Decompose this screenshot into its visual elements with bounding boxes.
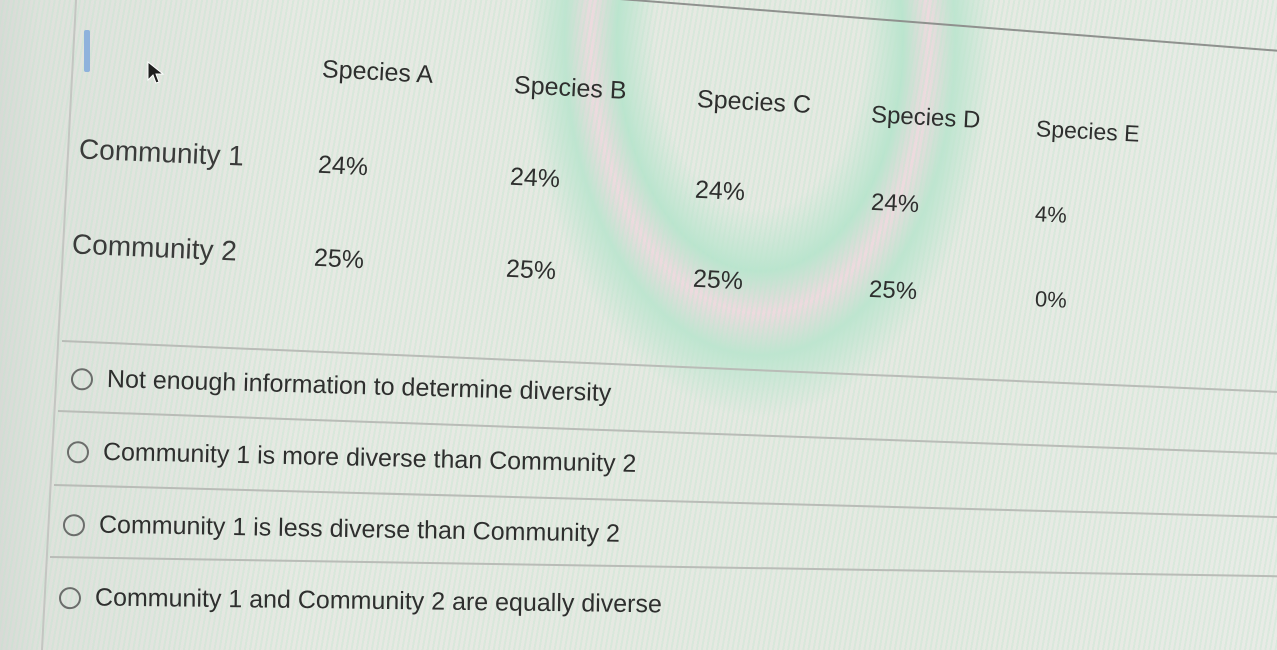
- cell-community-2-species-c: 25%: [692, 264, 744, 296]
- column-header-species-d: Species D: [870, 101, 982, 134]
- cell-community-1-species-e: 4%: [1034, 201, 1068, 228]
- cell-community-2-species-b: 25%: [505, 254, 557, 286]
- cell-community-2-species-d: 25%: [868, 275, 918, 306]
- cell-community-1-species-a: 24%: [317, 150, 369, 182]
- column-header-species-c: Species C: [696, 85, 812, 119]
- column-header-species-a: Species A: [321, 55, 434, 89]
- text-cursor-indicator: [84, 30, 90, 72]
- cell-community-2-species-e: 0%: [1034, 286, 1068, 313]
- screen-background: [0, 0, 1277, 650]
- column-header-species-b: Species B: [513, 71, 628, 105]
- radio-button[interactable]: [62, 513, 86, 536]
- cell-community-2-species-a: 25%: [313, 243, 365, 275]
- cell-community-1-species-d: 24%: [870, 188, 920, 219]
- cell-community-1-species-c: 24%: [694, 175, 746, 207]
- column-header-species-e: Species E: [1035, 115, 1141, 147]
- radio-button[interactable]: [70, 367, 94, 391]
- radio-button[interactable]: [66, 440, 90, 463]
- radio-button[interactable]: [58, 586, 82, 609]
- mouse-pointer-icon: [147, 60, 165, 84]
- cell-community-1-species-b: 24%: [509, 162, 561, 194]
